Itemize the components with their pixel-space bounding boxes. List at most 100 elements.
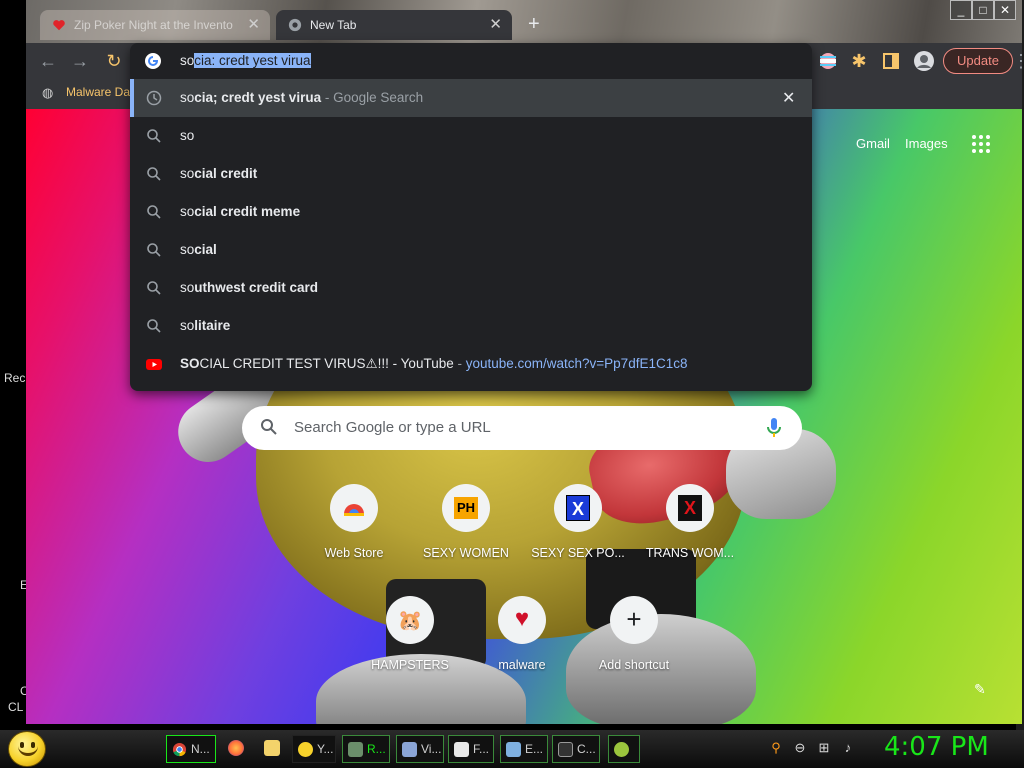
taskbar-item[interactable]: E... bbox=[500, 735, 548, 763]
tab-title: New Tab bbox=[310, 18, 357, 32]
images-link[interactable]: Images bbox=[905, 136, 948, 151]
taskbar-item[interactable]: Y... bbox=[292, 735, 336, 763]
shortcut-label: HAMPSTERS bbox=[371, 658, 449, 672]
shortcut-tile[interactable]: PH SEXY WOMEN bbox=[410, 484, 522, 584]
apps-grid-icon[interactable] bbox=[972, 135, 990, 153]
taskbar-item[interactable]: R... bbox=[342, 735, 390, 763]
microphone-icon[interactable] bbox=[764, 416, 784, 440]
explorer-icon bbox=[506, 742, 521, 757]
profile-flag-icon[interactable] bbox=[816, 49, 840, 73]
search-tray-icon[interactable]: ⚲ bbox=[768, 740, 784, 756]
desktop-icon-label[interactable]: Rec bbox=[4, 371, 25, 385]
typed-text: so bbox=[180, 53, 195, 68]
plus-icon: + bbox=[610, 596, 658, 644]
forward-icon[interactable]: → bbox=[68, 49, 92, 73]
volume-icon[interactable]: ♪ bbox=[840, 740, 856, 756]
clock[interactable]: 4:07 PM bbox=[884, 732, 989, 762]
taskbar-item[interactable]: C... bbox=[552, 735, 600, 763]
shortcut-label: malware bbox=[498, 658, 546, 672]
tab-active[interactable]: New Tab ✕ bbox=[276, 10, 512, 40]
suggestion-row[interactable]: SOCIAL CREDIT TEST VIRUS⚠!!! - YouTube -… bbox=[130, 345, 812, 383]
search-icon bbox=[147, 319, 161, 333]
taskbar-item-label: C... bbox=[577, 742, 596, 756]
chrome-icon bbox=[288, 18, 302, 32]
minus-tray-icon[interactable]: ⊖ bbox=[792, 740, 808, 756]
ph-logo-glyph: PH bbox=[454, 497, 478, 519]
start-button-smiley-icon[interactable] bbox=[8, 731, 46, 767]
shortcut-tile[interactable]: ♥ malware bbox=[466, 596, 578, 696]
ntp-search-box[interactable]: Search Google or type a URL bbox=[242, 406, 802, 450]
gmail-link[interactable]: Gmail bbox=[856, 136, 890, 151]
suggestion-text: social credit bbox=[180, 166, 258, 181]
suggestion-row[interactable]: social credit bbox=[130, 155, 812, 193]
search-icon bbox=[147, 205, 161, 219]
search-icon bbox=[147, 129, 161, 143]
heart-icon: ♥ bbox=[498, 596, 546, 644]
avatar[interactable] bbox=[912, 49, 936, 73]
shortcut-label: Web Store bbox=[324, 546, 384, 560]
suggestion-row[interactable]: social credit meme bbox=[130, 193, 812, 231]
bookmark-item[interactable]: Malware Da bbox=[66, 85, 130, 99]
taskbar-item-label: Vi... bbox=[421, 742, 442, 756]
search-icon bbox=[147, 281, 161, 295]
menu-icon[interactable]: ⋮ bbox=[1012, 49, 1022, 73]
new-tab-button[interactable]: + bbox=[528, 13, 540, 36]
x-logo-glyph: X bbox=[566, 495, 590, 521]
taskbar-item-label: E... bbox=[525, 742, 544, 756]
shortcut-tile[interactable]: X SEXY SEX PO... bbox=[522, 484, 634, 584]
search-icon bbox=[147, 243, 161, 257]
omnibox-dropdown: socia: credt yest virua socia; credt yes… bbox=[130, 43, 812, 391]
suggestion-text: social bbox=[180, 242, 217, 257]
search-placeholder: Search Google or type a URL bbox=[294, 419, 491, 436]
maximize-button[interactable]: □ bbox=[972, 0, 994, 20]
taskbar-item[interactable]: N... bbox=[166, 735, 216, 763]
reload-icon[interactable]: ↻ bbox=[102, 49, 126, 73]
shortcut-tile[interactable]: X TRANS WOM... bbox=[634, 484, 746, 584]
taskbar-item-label: R... bbox=[367, 742, 386, 756]
suggestion-row[interactable]: socia; credt yest virua - Google Search … bbox=[130, 79, 812, 117]
desktop-icon-label[interactable]: CL bbox=[8, 700, 23, 714]
suggestion-row[interactable]: social bbox=[130, 231, 812, 269]
shortcut-tile[interactable]: Web Store bbox=[298, 484, 410, 584]
omnibox-input[interactable]: socia: credt yest virua bbox=[130, 43, 812, 79]
extensions-icon[interactable]: ✱ bbox=[847, 49, 871, 73]
back-icon[interactable]: ← bbox=[36, 49, 60, 73]
close-window-button[interactable]: ✕ bbox=[994, 0, 1016, 20]
search-icon bbox=[147, 167, 161, 181]
youtube-icon bbox=[146, 359, 162, 370]
taskbar-item[interactable]: Vi... bbox=[396, 735, 444, 763]
add-shortcut-tile[interactable]: + Add shortcut bbox=[578, 596, 690, 696]
shortcut-label: Add shortcut bbox=[598, 658, 670, 672]
tab-title: Zip Poker Night at the Invento bbox=[74, 18, 233, 32]
x-red-logo-icon: X bbox=[666, 484, 714, 532]
suggestion-text: SOCIAL CREDIT TEST VIRUS⚠!!! - YouTube -… bbox=[180, 356, 688, 371]
remove-suggestion-icon[interactable]: ✕ bbox=[782, 88, 795, 108]
plus-glyph: + bbox=[626, 604, 642, 634]
tab-strip: Zip Poker Night at the Invento ✕ New Tab… bbox=[26, 0, 1022, 43]
taskbar-item-label: F... bbox=[473, 742, 490, 756]
google-g-icon bbox=[145, 53, 161, 69]
shortcut-tile[interactable]: 🐹 HAMPSTERS bbox=[354, 596, 466, 696]
omnibox-text: socia: credt yest virua bbox=[180, 53, 311, 68]
taskbar-item[interactable] bbox=[608, 735, 640, 763]
file-icon bbox=[454, 742, 469, 757]
suggestion-row[interactable]: solitaire bbox=[130, 307, 812, 345]
search-icon bbox=[261, 419, 277, 435]
minimize-button[interactable]: _ bbox=[950, 0, 972, 20]
autocomplete-selection: cia: credt yest virua bbox=[194, 53, 311, 68]
smiley-icon bbox=[298, 742, 313, 757]
network-tray-icon[interactable]: ⊞ bbox=[816, 740, 832, 756]
close-tab-icon[interactable]: ✕ bbox=[489, 15, 502, 33]
folder-icon[interactable] bbox=[264, 740, 280, 756]
side-panel-icon[interactable] bbox=[879, 49, 903, 73]
taskbar-item[interactable]: F... bbox=[448, 735, 494, 763]
taskbar: N... Y... R... Vi... F... E... C... ⚲ ⊖ … bbox=[0, 730, 1024, 768]
customize-pencil-icon[interactable]: ✎ bbox=[974, 681, 986, 698]
close-tab-icon[interactable]: ✕ bbox=[247, 15, 260, 33]
update-button[interactable]: Update bbox=[943, 48, 1013, 74]
suggestion-row[interactable]: so bbox=[130, 117, 812, 155]
tab-inactive[interactable]: Zip Poker Night at the Invento ✕ bbox=[40, 10, 270, 40]
history-icon bbox=[146, 90, 162, 106]
firefox-icon[interactable] bbox=[228, 740, 244, 756]
suggestion-row[interactable]: southwest credit card bbox=[130, 269, 812, 307]
